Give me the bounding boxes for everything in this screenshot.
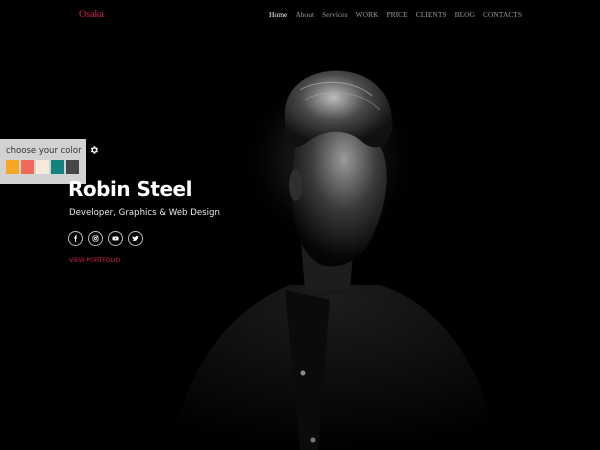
swatch-orange[interactable]: [6, 160, 19, 174]
facebook-icon[interactable]: [68, 231, 83, 246]
social-links: [68, 231, 143, 246]
nav-work[interactable]: WORK: [356, 10, 379, 19]
youtube-icon[interactable]: [108, 231, 123, 246]
instagram-icon[interactable]: [88, 231, 103, 246]
swatch-coral[interactable]: [21, 160, 34, 174]
gear-icon[interactable]: [89, 142, 99, 154]
swatch-teal[interactable]: [51, 160, 64, 174]
hero-background-photo: [0, 0, 600, 450]
main-nav: Home About Services WORK PRICE CLIENTS B…: [269, 10, 522, 19]
swatch-gray[interactable]: [66, 160, 79, 174]
nav-home[interactable]: Home: [269, 10, 287, 19]
nav-price[interactable]: PRICE: [386, 10, 407, 19]
twitter-icon[interactable]: [128, 231, 143, 246]
hero-subtitle: Developer, Graphics & Web Design: [69, 208, 220, 218]
nav-clients[interactable]: CLIENTS: [416, 10, 447, 19]
nav-about[interactable]: About: [295, 10, 314, 19]
color-switcher-title: choose your color: [6, 146, 82, 156]
hero-name: Robin Steel: [68, 177, 192, 201]
swatch-cream[interactable]: [36, 160, 49, 174]
nav-contacts[interactable]: CONTACTS: [483, 10, 522, 19]
view-portfolio-link[interactable]: VIEW PORTFOLIO: [69, 257, 120, 264]
nav-services[interactable]: Services: [322, 10, 347, 19]
nav-blog[interactable]: BLOG: [455, 10, 475, 19]
site-logo[interactable]: Osaka: [79, 9, 104, 20]
color-swatches: [6, 160, 79, 174]
